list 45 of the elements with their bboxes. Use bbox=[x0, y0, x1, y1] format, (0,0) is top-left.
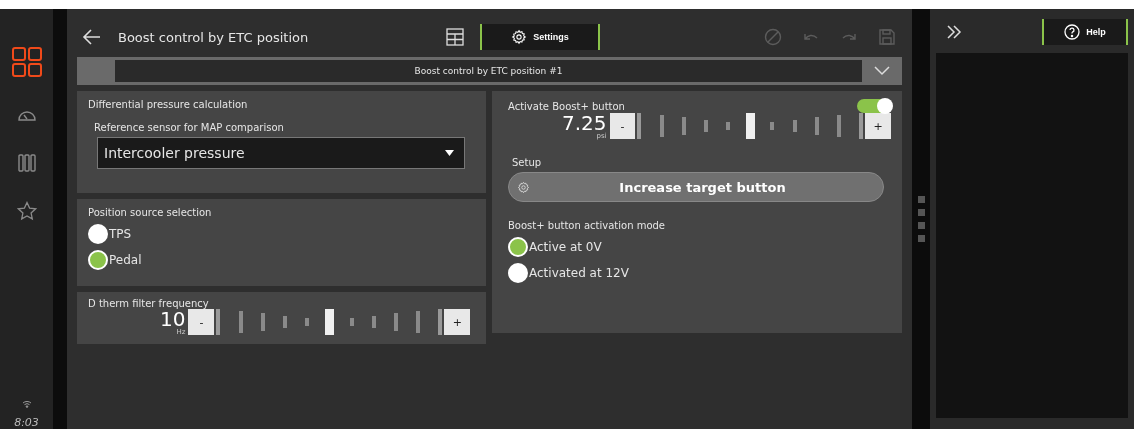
preset-selector[interactable]: Boost control by ETC position #1 bbox=[77, 57, 902, 85]
settings-icon bbox=[517, 180, 530, 194]
grid-icon[interactable] bbox=[11, 47, 42, 77]
settings-icon bbox=[511, 29, 528, 45]
settings-tab[interactable]: Settings bbox=[480, 24, 600, 50]
preset-name: Boost control by ETC position #1 bbox=[115, 60, 862, 82]
radio-dot[interactable] bbox=[88, 250, 108, 270]
card-title: Activate Boost+ button bbox=[508, 100, 625, 112]
radio-option[interactable]: Activated at 12V bbox=[508, 263, 891, 283]
card-title: Differential pressure calculation bbox=[88, 99, 249, 110]
radio-dot[interactable] bbox=[88, 224, 108, 244]
radio-option[interactable]: Active at 0V bbox=[508, 237, 891, 257]
resize-handle-icon[interactable] bbox=[917, 196, 925, 242]
increment-button[interactable]: + bbox=[444, 309, 471, 335]
page-title: Boost control by ETC position bbox=[118, 29, 310, 45]
value-readout: 10 bbox=[160, 308, 186, 329]
columns-icon[interactable] bbox=[16, 153, 37, 173]
slider-thumb[interactable] bbox=[746, 113, 756, 139]
value-readout: 7.25 bbox=[562, 112, 607, 133]
caret-icon bbox=[445, 150, 454, 156]
help-icon bbox=[1064, 24, 1081, 40]
radio-dot[interactable] bbox=[508, 263, 528, 283]
table-icon[interactable] bbox=[446, 28, 464, 46]
card-title: D therm filter frequency bbox=[88, 298, 210, 309]
radio-dot[interactable] bbox=[508, 237, 528, 257]
field-label: Reference sensor for MAP comparison bbox=[94, 122, 285, 133]
help-tab[interactable]: Help bbox=[1042, 19, 1128, 45]
chevron-down-icon[interactable] bbox=[874, 66, 890, 76]
clock-time: 8:03 bbox=[14, 416, 39, 429]
double-chevron-icon[interactable] bbox=[946, 24, 962, 40]
increment-button[interactable]: + bbox=[865, 113, 891, 139]
decrement-button[interactable]: - bbox=[188, 309, 215, 335]
slider-thumb[interactable] bbox=[325, 309, 335, 335]
card-title: Position source selection bbox=[88, 207, 213, 218]
wifi-icon bbox=[21, 400, 32, 408]
sensor-dropdown[interactable]: Intercooler pressure bbox=[97, 137, 465, 169]
back-arrow-icon[interactable] bbox=[82, 27, 102, 47]
decrement-button[interactable]: - bbox=[609, 113, 636, 139]
radio-option[interactable]: Pedal bbox=[88, 250, 475, 270]
section-label: Setup bbox=[512, 157, 543, 168]
star-icon[interactable] bbox=[16, 201, 37, 221]
toggle-switch[interactable] bbox=[857, 99, 891, 113]
section-label: Boost+ button activation mode bbox=[508, 220, 666, 231]
radio-option[interactable]: TPS bbox=[88, 224, 475, 244]
setup-button[interactable]: Increase target button bbox=[508, 172, 884, 202]
